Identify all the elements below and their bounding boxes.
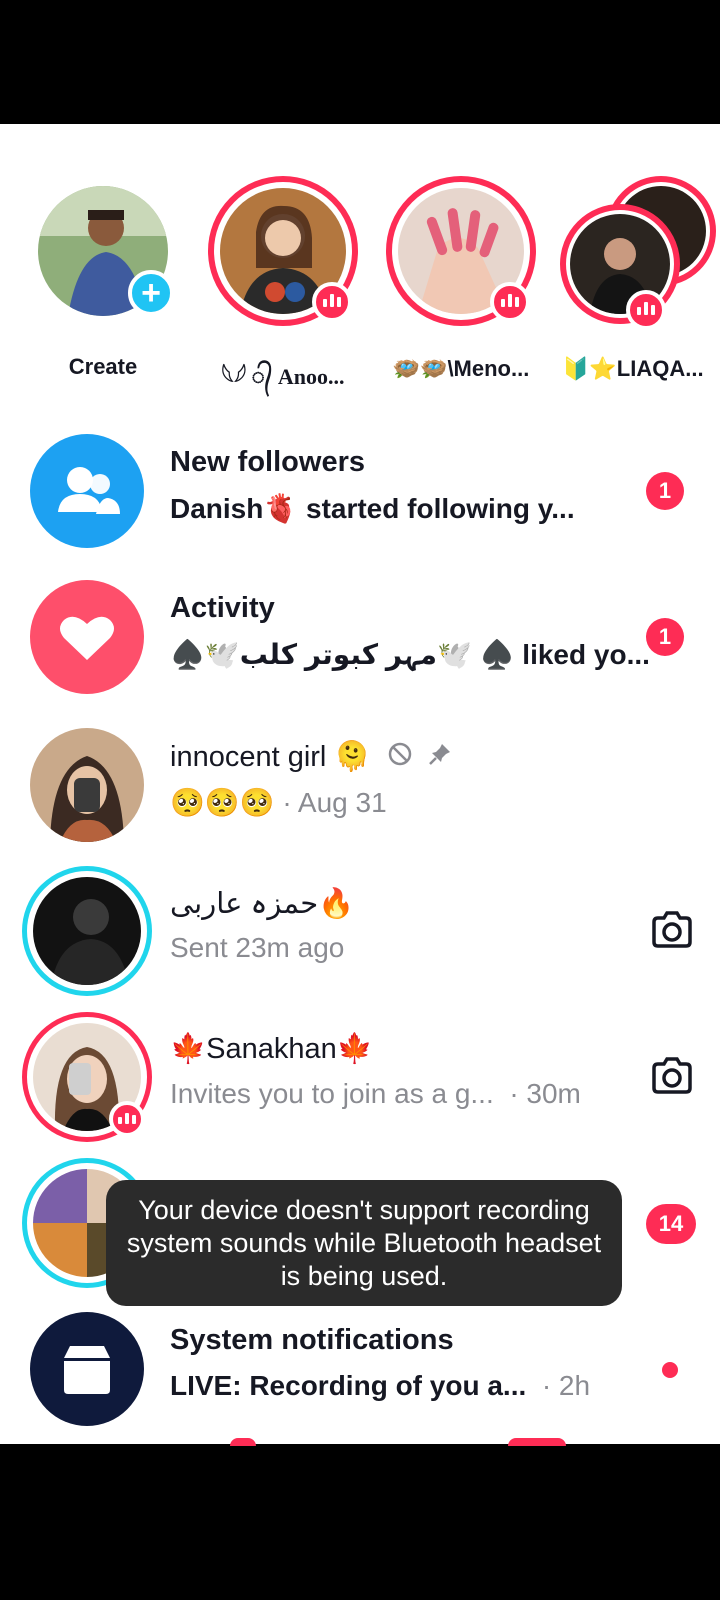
- row-title: System notifications: [170, 1324, 454, 1356]
- bluetooth-warning-toast: Your device doesn't support recording sy…: [106, 1180, 622, 1306]
- chat-row-hamza[interactable]: حمزہ عاربی🔥 Sent 23m ago: [0, 866, 720, 996]
- unread-count-badge: 14: [646, 1204, 696, 1244]
- story-label: 🔰⭐LIAQA...: [562, 356, 704, 381]
- nav-badge: [230, 1438, 256, 1446]
- row-subtitle: Invites you to join as a g... · 30m: [170, 1078, 581, 1109]
- row-title: New followers: [170, 446, 365, 478]
- unread-count-badge: 1: [646, 472, 684, 510]
- live-icon: [312, 282, 352, 322]
- row-title: innocent girl 🫠: [170, 740, 453, 775]
- row-title: حمزہ عاربی🔥: [170, 888, 355, 920]
- row-subtitle: ♠️🕊️مہر کبوتر کلب🕊️ ♠️ liked yo...: [170, 639, 650, 670]
- bottom-navigation: [0, 1438, 720, 1600]
- unread-dot: [662, 1362, 678, 1378]
- live-ring: [22, 1012, 152, 1142]
- nav-badge: [508, 1438, 566, 1446]
- contact-avatar: [33, 877, 141, 985]
- inbox-screen: + Create 𓆩𓆪 ᭄ Anoo... 🪺🪺\Meno... 🔰⭐LIAQA…: [0, 124, 720, 1444]
- row-subtitle: 🥺🥺🥺 · Aug 31: [170, 787, 387, 818]
- story-label: Create: [68, 354, 138, 379]
- camera-icon[interactable]: [648, 906, 696, 954]
- row-title: 🍁Sanakhan🍁: [170, 1033, 373, 1065]
- live-icon: [109, 1101, 145, 1137]
- chat-row-innocent-girl[interactable]: innocent girl 🫠 🥺🥺🥺 · Aug 31: [0, 720, 720, 850]
- story-anoo[interactable]: 𓆩𓆪 ᭄ Anoo...: [208, 176, 358, 400]
- activity-row[interactable]: Activity ♠️🕊️مہر کبوتر کلب🕊️ ♠️ liked yo…: [0, 572, 720, 702]
- chat-row-sanakhan[interactable]: 🍁Sanakhan🍁 Invites you to join as a g...…: [0, 1012, 720, 1142]
- row-subtitle: Sent 23m ago: [170, 932, 345, 963]
- live-ring: [22, 866, 152, 996]
- camera-icon[interactable]: [648, 1052, 696, 1100]
- story-liaqa[interactable]: 🔰⭐LIAQA...: [560, 176, 716, 382]
- story-create[interactable]: + Create: [28, 176, 178, 380]
- mute-icon: [387, 741, 413, 775]
- story-label: 𓆩𓆪 ᭄ Anoo...: [221, 364, 345, 389]
- heart-icon: [30, 580, 144, 694]
- contact-avatar: [30, 728, 144, 842]
- row-title: Activity: [170, 592, 275, 624]
- row-subtitle: Danish🫀 started following y...: [170, 493, 575, 524]
- story-label: 🪺🪺\Meno...: [392, 356, 530, 381]
- pin-icon: [427, 741, 453, 775]
- row-subtitle: LIVE: Recording of you a... · 2h: [170, 1370, 591, 1401]
- unread-count-badge: 1: [646, 618, 684, 656]
- new-followers-row[interactable]: New followers Danish🫀 started following …: [0, 426, 720, 556]
- system-notifications-row[interactable]: System notifications LIVE: Recording of …: [0, 1304, 720, 1434]
- live-icon: [490, 282, 530, 322]
- inbox-icon: [30, 1312, 144, 1426]
- people-icon: [30, 434, 144, 548]
- live-icon: [626, 290, 666, 330]
- add-story-icon[interactable]: +: [128, 270, 174, 316]
- story-meno[interactable]: 🪺🪺\Meno...: [386, 176, 536, 382]
